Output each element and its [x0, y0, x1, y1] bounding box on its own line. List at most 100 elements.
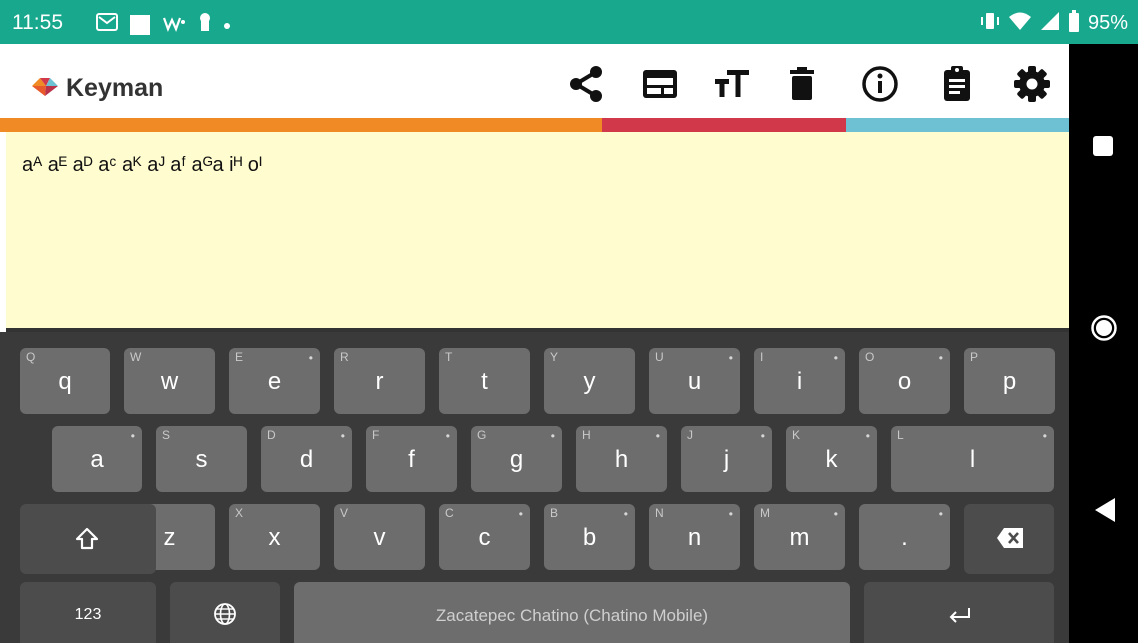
key-hint: C [445, 506, 454, 520]
key-label: j [723, 446, 730, 473]
enter-icon [947, 605, 973, 632]
key-label: n [687, 524, 702, 551]
wifi-icon [1008, 11, 1032, 36]
longpress-dot-icon: • [550, 429, 555, 443]
globe-key[interactable] [170, 582, 280, 643]
home-button[interactable] [1090, 314, 1118, 347]
key-g[interactable]: G • g [471, 426, 562, 492]
enter-key[interactable] [864, 582, 1054, 643]
backspace-icon [996, 527, 1024, 554]
backspace-key[interactable] [964, 504, 1054, 574]
key-y[interactable]: Yy [544, 348, 635, 414]
longpress-dot-icon: • [728, 351, 733, 365]
key-label: a [90, 446, 104, 473]
key-hint: H [582, 428, 591, 442]
dot-icon [224, 16, 230, 34]
recents-button[interactable] [1091, 134, 1115, 163]
key-hint: Q [26, 350, 36, 364]
delete-button[interactable] [780, 64, 824, 108]
key-j[interactable]: J • j [681, 426, 772, 492]
trash-icon [782, 64, 822, 109]
key-s[interactable]: Ss [156, 426, 247, 492]
numbers-key[interactable]: 123 [20, 582, 156, 643]
back-icon [1093, 498, 1117, 528]
clipboard-icon [937, 64, 977, 109]
key-p[interactable]: Pp [964, 348, 1055, 414]
info-button[interactable] [858, 64, 902, 108]
key-b[interactable]: B • b [544, 504, 635, 570]
key-a[interactable]: • a [52, 426, 142, 492]
key-hint: K [792, 428, 801, 442]
key-hint: N [655, 506, 664, 520]
key-m[interactable]: M • m [754, 504, 845, 570]
keyman-logo: Keyman [30, 74, 163, 103]
key-hint: W [130, 350, 142, 364]
key-w[interactable]: Ww [124, 348, 215, 414]
key-n[interactable]: N • n [649, 504, 740, 570]
key-hint: R [340, 350, 349, 364]
key-k[interactable]: K • k [786, 426, 877, 492]
key-hint: E [235, 350, 244, 364]
key-label: c [478, 524, 491, 551]
key-label: l [969, 446, 976, 473]
key-i[interactable]: I • i [754, 348, 845, 414]
key-hint: B [550, 506, 559, 520]
key-x[interactable]: Xx [229, 504, 320, 570]
longpress-dot-icon: • [938, 507, 943, 521]
longpress-dot-icon: • [833, 507, 838, 521]
longpress-dot-icon: • [1042, 429, 1047, 443]
key-o[interactable]: O • o [859, 348, 950, 414]
key-q[interactable]: Qq [20, 348, 110, 414]
longpress-dot-icon: • [865, 429, 870, 443]
brand-color-bar [0, 118, 1069, 132]
recents-icon [1091, 136, 1115, 162]
key-u[interactable]: U • u [649, 348, 740, 414]
key-e[interactable]: E • e [229, 348, 320, 414]
vibrate-icon [980, 12, 1000, 35]
text-editor[interactable]: aᴬ aᴱ aᴰ aᶜ aᴷ aᴶ aᶠ aᴳa iᴴ oᴵ [6, 132, 1069, 328]
onscreen-keyboard: Qq Ww E • e Rr Tt Yy U • u I • i O • o Pp • a Ss D • d F • f G • g H •… [0, 332, 1069, 643]
longpress-dot-icon: • [655, 429, 660, 443]
key-period[interactable]: •. [859, 504, 950, 570]
key-label: t [481, 368, 488, 395]
key-hint: D [267, 428, 276, 442]
longpress-dot-icon: • [760, 429, 765, 443]
globe-icon [213, 602, 237, 631]
longpress-dot-icon: • [518, 507, 523, 521]
key-hint: T [445, 350, 453, 364]
share-button[interactable] [564, 64, 608, 108]
clipboard-button[interactable] [935, 64, 979, 108]
home-icon [1090, 315, 1118, 346]
longpress-dot-icon: • [340, 429, 345, 443]
space-key[interactable]: Zacatepec Chatino (Chatino Mobile) [294, 582, 850, 643]
key-h[interactable]: H • h [576, 426, 667, 492]
key-label: q [58, 368, 72, 395]
back-button[interactable] [1093, 496, 1117, 529]
color-bar-blue [846, 118, 1069, 132]
key-f[interactable]: F • f [366, 426, 457, 492]
key-t[interactable]: Tt [439, 348, 530, 414]
keyboard-picker-button[interactable] [638, 64, 682, 108]
key-hint: G [477, 428, 487, 442]
key-v[interactable]: Vv [334, 504, 425, 570]
key-hint: S [162, 428, 171, 442]
key-label: k [825, 446, 838, 473]
shift-key[interactable] [20, 504, 156, 574]
key-label: r [375, 368, 384, 395]
key-r[interactable]: Rr [334, 348, 425, 414]
key-hint: P [970, 350, 979, 364]
key-l[interactable]: L • l [891, 426, 1054, 492]
key-d[interactable]: D • d [261, 426, 352, 492]
key-label: b [582, 524, 597, 551]
key-hint: J [687, 428, 693, 442]
key-hint: X [235, 506, 244, 520]
longpress-dot-icon: • [938, 351, 943, 365]
text-size-button[interactable] [710, 64, 754, 108]
navigation-bar [1069, 44, 1138, 643]
key-c[interactable]: C • c [439, 504, 530, 570]
key-label: . [901, 524, 908, 551]
editor-text: aᴬ aᴱ aᴰ aᶜ aᴷ aᴶ aᶠ aᴳa iᴴ oᴵ [22, 154, 263, 176]
key-label: h [614, 446, 629, 473]
key-label: v [373, 524, 386, 551]
settings-button[interactable] [1010, 64, 1054, 108]
